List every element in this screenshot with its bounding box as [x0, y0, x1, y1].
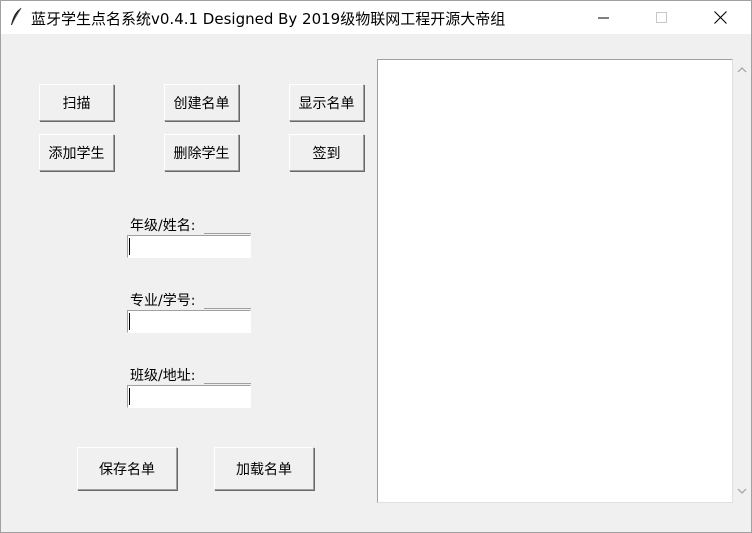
scroll-up-arrow[interactable]: [735, 63, 748, 76]
chevron-down-icon: [737, 488, 746, 494]
feather-icon: [8, 7, 24, 27]
delete-student-button[interactable]: 删除学生: [164, 134, 239, 171]
save-list-button[interactable]: 保存名单: [77, 447, 177, 490]
create-list-button[interactable]: 创建名单: [164, 84, 239, 121]
maximize-icon: [656, 11, 667, 23]
minimize-button[interactable]: [575, 1, 633, 34]
window-title: 蓝牙学生点名系统v0.4.1 Designed By 2019级物联网工程开源大…: [31, 10, 506, 28]
close-button[interactable]: [691, 1, 749, 34]
text-caret: [129, 238, 130, 255]
load-list-button[interactable]: 加载名单: [214, 447, 314, 490]
class-address-label: 班级/地址:: [130, 368, 196, 384]
minimize-icon: [598, 17, 609, 18]
text-caret: [129, 388, 130, 405]
add-student-button[interactable]: 添加学生: [39, 134, 114, 171]
sign-in-button[interactable]: 签到: [289, 134, 364, 171]
class-address-input[interactable]: [127, 385, 251, 408]
vertical-scrollbar[interactable]: [733, 59, 750, 503]
label-underline: [204, 383, 251, 384]
title-bar: 蓝牙学生点名系统v0.4.1 Designed By 2019级物联网工程开源大…: [1, 1, 751, 34]
scan-button[interactable]: 扫描: [39, 84, 114, 121]
scroll-down-arrow[interactable]: [735, 485, 748, 498]
close-icon: [713, 11, 727, 24]
show-list-button[interactable]: 显示名单: [289, 84, 364, 121]
maximize-button[interactable]: [633, 1, 691, 34]
app-window: 蓝牙学生点名系统v0.4.1 Designed By 2019级物联网工程开源大…: [0, 0, 752, 533]
text-caret: [129, 313, 130, 330]
chevron-up-icon: [737, 67, 746, 73]
label-underline: [204, 233, 251, 234]
output-textbox[interactable]: [377, 59, 733, 503]
grade-name-input[interactable]: [127, 235, 251, 258]
label-underline: [204, 308, 251, 309]
grade-name-label: 年级/姓名:: [130, 218, 196, 234]
major-id-label: 专业/学号:: [130, 293, 196, 309]
major-id-input[interactable]: [127, 310, 251, 333]
